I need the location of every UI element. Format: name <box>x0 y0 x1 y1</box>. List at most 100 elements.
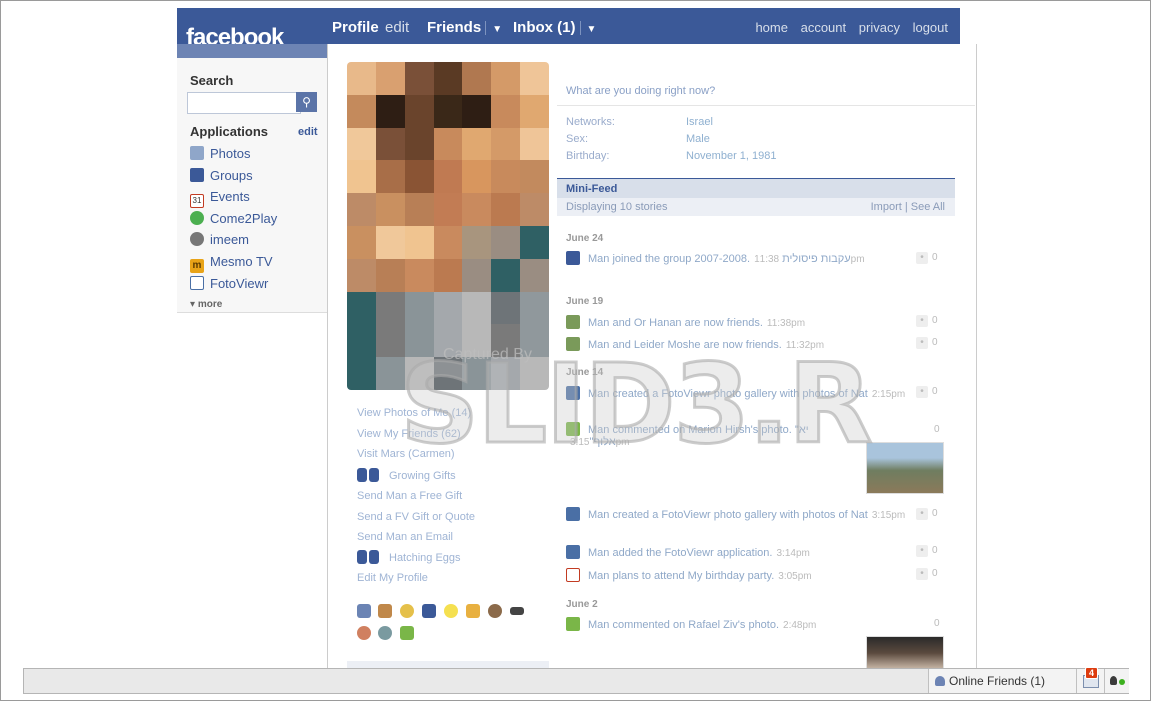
feed-text[interactable]: Man and Or Hanan are now friends. <box>588 317 763 329</box>
feed-item[interactable]: Man joined the group עקבות פיסולית 2007-… <box>566 251 906 265</box>
status-prompt[interactable]: What are you doing right now? <box>557 85 975 106</box>
photo-pixel <box>433 94 463 128</box>
feed-comment-count[interactable]: • 0 <box>916 508 946 520</box>
sidebar-item-events[interactable]: 31 Events <box>190 189 250 208</box>
sidebar-item-label: Mesmo TV <box>210 254 273 269</box>
info-row-birthday: Birthday: November 1, 1981 <box>566 150 777 162</box>
friends-dropdown-icon[interactable]: ▼ <box>492 24 502 35</box>
feed-comment-count[interactable]: • 0 <box>916 315 946 327</box>
nav-edit[interactable]: edit <box>385 19 409 36</box>
app-icon[interactable] <box>378 604 392 618</box>
app-icon[interactable] <box>422 604 436 618</box>
feed-comment-count[interactable]: • 0 <box>916 252 946 264</box>
feed-comment-count[interactable]: 0 <box>934 424 964 435</box>
left-link[interactable]: Visit Mars (Carmen) <box>357 448 455 460</box>
feed-photo-thumbnail[interactable] <box>866 636 944 670</box>
nav-friends[interactable]: Friends ▼ <box>427 19 502 36</box>
left-link[interactable]: Hatching Eggs <box>357 550 461 564</box>
feed-item[interactable]: Man created a FotoViewr photo gallery wi… <box>566 386 906 400</box>
photo-pixel <box>520 225 549 259</box>
app-icon[interactable] <box>488 604 502 618</box>
profile-photo[interactable] <box>347 62 549 390</box>
feed-text[interactable]: Man created a FotoViewr photo gallery wi… <box>588 388 868 400</box>
search-button[interactable]: ⚲ <box>296 92 317 112</box>
feed-time: 3:05pm <box>778 571 812 582</box>
feed-comment-count[interactable]: • 0 <box>916 545 946 557</box>
feed-photo-thumbnail[interactable] <box>866 442 944 494</box>
feed-text[interactable]: Man created a FotoViewr photo gallery wi… <box>588 509 868 521</box>
nav-inbox-label[interactable]: Inbox (1) <box>513 19 576 36</box>
nav-friends-label[interactable]: Friends <box>427 19 481 36</box>
feed-text[interactable]: Man commented on Rafael Ziv's photo. <box>588 619 779 631</box>
minifeed-actions[interactable]: Import | See All <box>871 201 945 213</box>
app-icon[interactable] <box>357 604 371 618</box>
sidebar-item-mesmo-tv[interactable]: m Mesmo TV <box>190 254 273 273</box>
nav-profile-label[interactable]: Profile <box>332 19 379 36</box>
left-link[interactable]: Edit My Profile <box>357 572 428 584</box>
feed-item[interactable]: Man created a FotoViewr photo gallery wi… <box>566 507 906 521</box>
nav-profile[interactable]: Profile <box>332 19 379 36</box>
feed-text[interactable]: Man and Leider Moshe are now friends. <box>588 339 782 351</box>
left-link[interactable]: View Photos of Me (14) <box>357 407 471 419</box>
comment-bubble-icon: • <box>916 568 928 580</box>
search-input[interactable] <box>187 92 301 114</box>
info-key: Sex: <box>566 133 589 145</box>
online-dot-icon <box>1119 679 1125 685</box>
app-icon[interactable] <box>510 607 524 615</box>
sidebar-item-label: Groups <box>210 168 253 183</box>
left-link-label[interactable]: Growing Gifts <box>389 470 456 482</box>
app-icon[interactable] <box>466 604 480 618</box>
photo-pixel <box>404 291 434 325</box>
app-icon[interactable] <box>400 604 414 618</box>
logout-link[interactable]: logout <box>913 20 948 35</box>
notifications-button[interactable]: 4 <box>1076 667 1105 693</box>
feed-item[interactable]: Man and Or Hanan are now friends. 11:38pm <box>566 315 906 329</box>
buddy-status-button[interactable] <box>1104 669 1129 693</box>
info-value[interactable]: Israel <box>686 116 713 128</box>
left-link[interactable]: Send a FV Gift or Quote <box>357 511 475 523</box>
feed-text[interactable]: Man added the FotoViewr application. <box>588 547 772 559</box>
nav-inbox[interactable]: Inbox (1) ▼ <box>513 19 596 36</box>
feed-item[interactable]: Man plans to attend My birthday party. 3:… <box>566 568 906 582</box>
account-link[interactable]: account <box>801 20 847 35</box>
photo-pixel <box>433 225 463 259</box>
sidebar-item-groups[interactable]: Groups <box>190 168 253 186</box>
more-apps-link[interactable]: ▾ more <box>190 299 222 310</box>
photo-pixel <box>375 62 405 95</box>
search-icon: ⚲ <box>302 95 311 109</box>
feed-comment-count[interactable]: • 0 <box>916 337 946 349</box>
feed-text[interactable]: Man joined the group עקבות פיסולית 2007-… <box>588 253 851 265</box>
feed-text[interactable]: Man plans to attend My birthday party. <box>588 570 774 582</box>
inbox-dropdown-icon[interactable]: ▼ <box>587 24 597 35</box>
online-friends-button[interactable]: Online Friends (1) <box>928 669 1076 693</box>
feed-item[interactable]: Man commented on Rafael Ziv's photo. 2:48… <box>566 617 906 631</box>
left-link[interactable]: Send Man a Free Gift <box>357 490 462 502</box>
feed-comment-count[interactable]: 0 <box>934 618 964 629</box>
home-link[interactable]: home <box>755 20 788 35</box>
feed-comment-count[interactable]: • 0 <box>916 568 946 580</box>
left-link[interactable]: View My Friends (62) <box>357 428 461 440</box>
sidebar-item-imeem[interactable]: imeem <box>190 232 249 250</box>
nav-edit-label[interactable]: edit <box>385 19 409 36</box>
photo-pixel <box>491 324 521 358</box>
feed-comment-count[interactable]: • 0 <box>916 386 946 398</box>
app-icon[interactable] <box>357 626 371 640</box>
sidebar-item-photos[interactable]: Photos <box>190 146 250 164</box>
sidebar-item-fotoviewr[interactable]: FotoViewr <box>190 276 268 294</box>
app-icon[interactable] <box>400 626 414 640</box>
count: 0 <box>932 252 938 263</box>
privacy-link[interactable]: privacy <box>859 20 900 35</box>
left-link[interactable]: Growing Gifts <box>357 468 456 482</box>
app-icon[interactable] <box>444 604 458 618</box>
photo-pixel <box>347 94 376 128</box>
feed-item[interactable]: Man and Leider Moshe are now friends. 11:… <box>566 337 906 351</box>
sidebar-item-come2play[interactable]: Come2Play <box>190 211 277 229</box>
left-link[interactable]: Send Man an Email <box>357 531 453 543</box>
status-prompt-text[interactable]: What are you doing right now? <box>566 85 715 97</box>
minifeed-title[interactable]: Mini-Feed <box>566 183 617 195</box>
feed-item[interactable]: Man commented on Marion Hirsh's photo. "… <box>566 422 856 448</box>
left-link-label[interactable]: Hatching Eggs <box>389 552 461 564</box>
feed-item[interactable]: Man added the FotoViewr application. 3:14… <box>566 545 906 559</box>
applications-edit-link[interactable]: edit <box>298 126 318 138</box>
app-icon[interactable] <box>378 626 392 640</box>
